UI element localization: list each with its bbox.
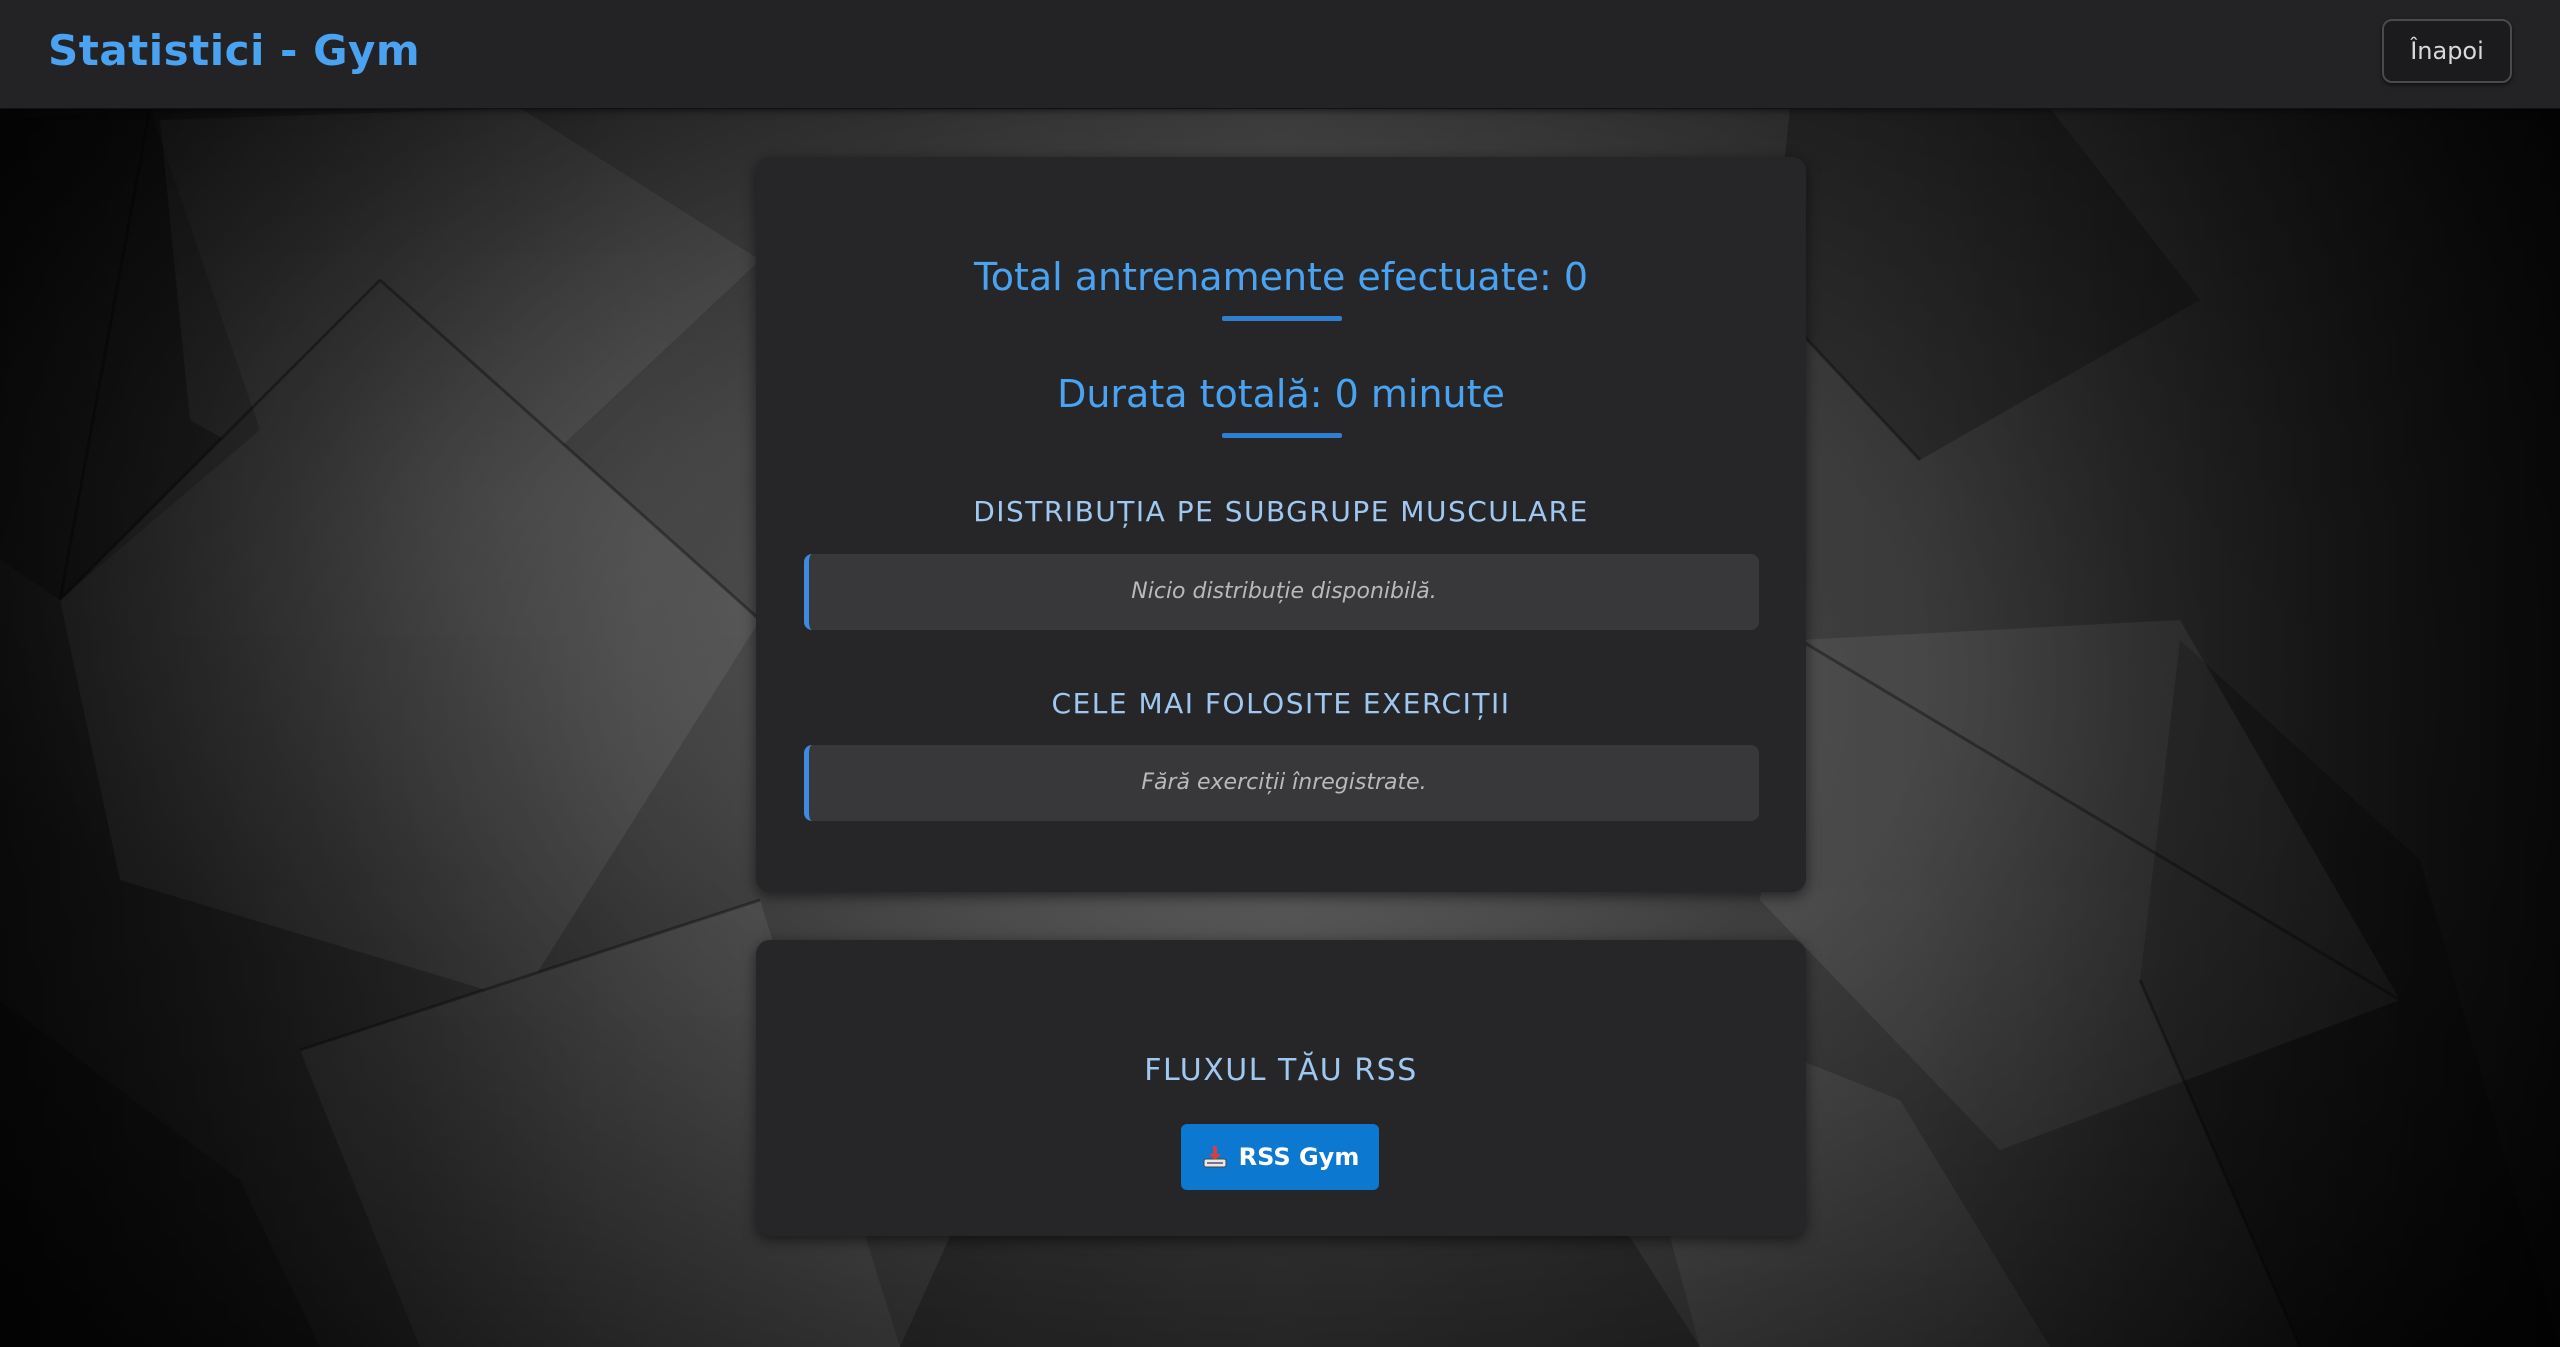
page-title: Statistici - Gym	[48, 26, 421, 75]
statistics-card: Total antrenamente efectuate: 0 Durata t…	[756, 157, 1806, 892]
rss-button-label: RSS Gym	[1238, 1143, 1360, 1171]
total-workouts-heading: Total antrenamente efectuate: 0	[973, 255, 1589, 299]
top-header: Statistici - Gym Înapoi	[0, 0, 2560, 109]
rss-card: FLUXUL TĂU RSS RSS Gym	[756, 940, 1806, 1236]
rss-gym-button[interactable]: RSS Gym	[1181, 1124, 1379, 1190]
download-tray-icon	[1201, 1143, 1229, 1171]
heading-underline	[1222, 316, 1342, 321]
exercises-empty-message: Fără exerciții înregistrate.	[804, 745, 1759, 821]
total-duration-heading: Durata totală: 0 minute	[1057, 372, 1505, 416]
top-exercises-title: CELE MAI FOLOSITE EXERCIȚII	[1051, 687, 1511, 720]
back-button[interactable]: Înapoi	[2382, 19, 2512, 83]
heading-underline	[1222, 433, 1342, 438]
rss-title: FLUXUL TĂU RSS	[1144, 1053, 1418, 1088]
distribution-empty-message: Nicio distribuție disponibilă.	[804, 554, 1759, 630]
muscle-distribution-title: DISTRIBUȚIA PE SUBGRUPE MUSCULARE	[973, 495, 1589, 528]
